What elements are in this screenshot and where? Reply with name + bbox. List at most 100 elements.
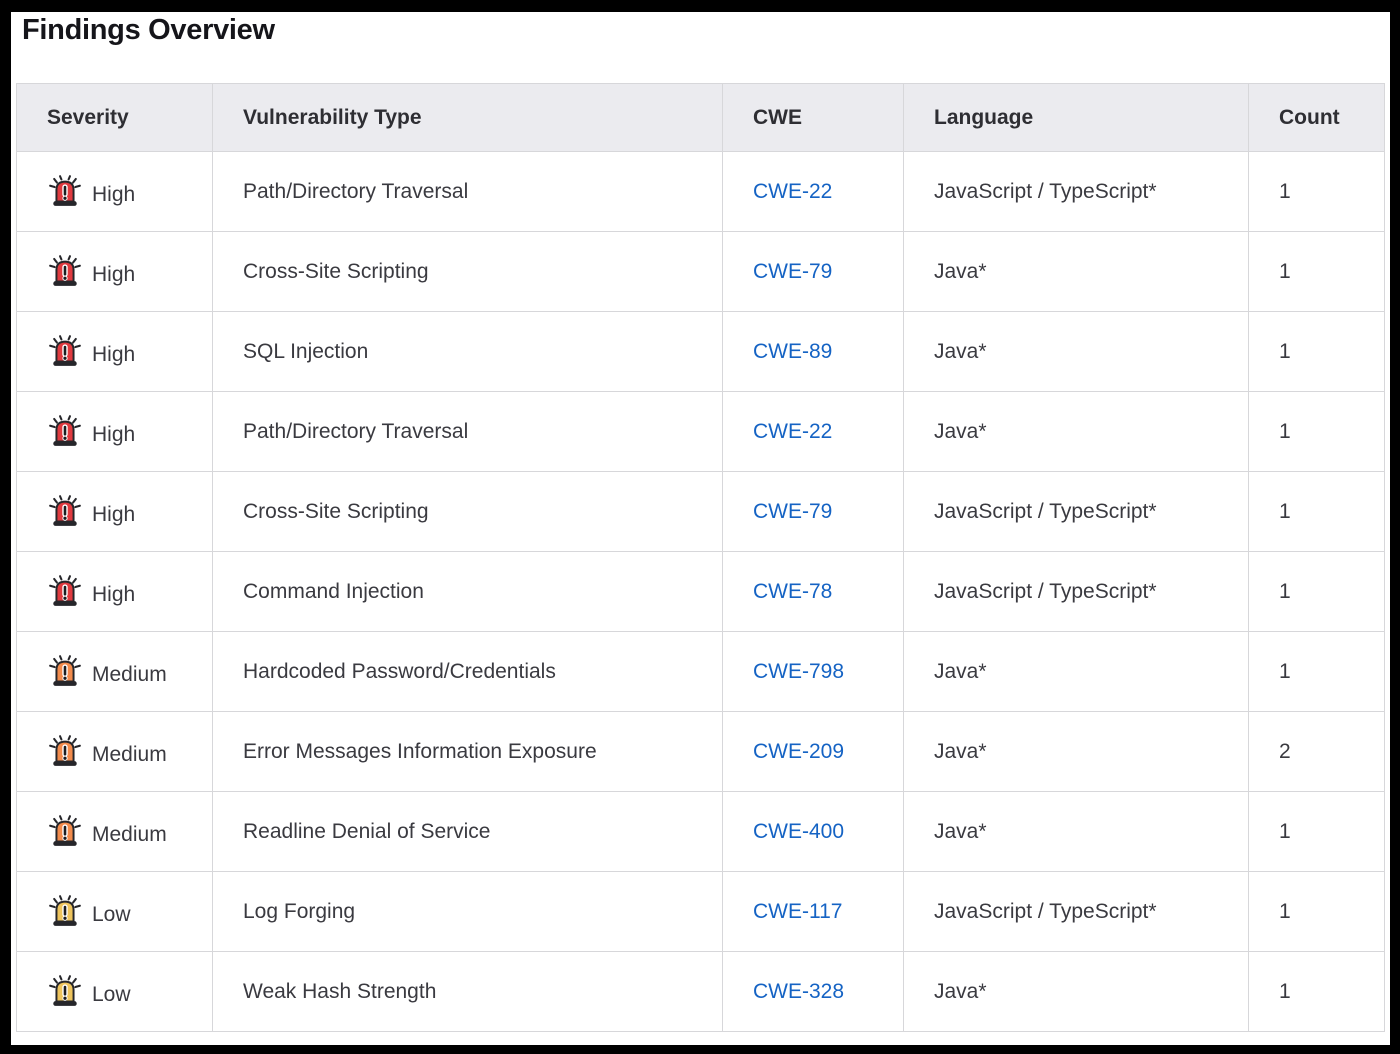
table-row: Medium Error Messages Information Exposu… xyxy=(17,712,1385,792)
count-cell: 2 xyxy=(1249,712,1385,792)
vulnerability-type-cell: Log Forging xyxy=(213,872,723,952)
severity-cell: High xyxy=(17,232,213,312)
vulnerability-type-cell: Readline Denial of Service xyxy=(213,792,723,872)
count-cell: 1 xyxy=(1249,952,1385,1032)
severity-label: High xyxy=(92,423,135,447)
count-cell: 1 xyxy=(1249,472,1385,552)
report-page: Findings Overview SeverityVulnerability … xyxy=(11,12,1390,1045)
count-cell: 1 xyxy=(1249,552,1385,632)
siren-icon xyxy=(47,814,83,850)
language-cell: Java* xyxy=(904,952,1249,1032)
severity-cell: Medium xyxy=(17,712,213,792)
siren-icon xyxy=(47,734,83,770)
vulnerability-type-cell: SQL Injection xyxy=(213,312,723,392)
severity-cell: Low xyxy=(17,872,213,952)
severity-cell: High xyxy=(17,392,213,472)
cwe-link[interactable]: CWE-79 xyxy=(753,500,832,523)
siren-icon xyxy=(47,414,83,450)
siren-icon xyxy=(47,574,83,610)
severity-cell: Low xyxy=(17,952,213,1032)
severity-cell: Medium xyxy=(17,792,213,872)
language-cell: Java* xyxy=(904,792,1249,872)
cwe-link[interactable]: CWE-89 xyxy=(753,340,832,363)
severity-cell: High xyxy=(17,152,213,232)
vulnerability-type-cell: Hardcoded Password/Credentials xyxy=(213,632,723,712)
language-cell: JavaScript / TypeScript* xyxy=(904,472,1249,552)
table-row: High Cross-Site Scripting CWE-79 Java* 1 xyxy=(17,232,1385,312)
table-row: Medium Readline Denial of Service CWE-40… xyxy=(17,792,1385,872)
cwe-cell: CWE-117 xyxy=(723,872,904,952)
cwe-cell: CWE-22 xyxy=(723,152,904,232)
vulnerability-type-cell: Cross-Site Scripting xyxy=(213,472,723,552)
count-cell: 1 xyxy=(1249,312,1385,392)
count-cell: 1 xyxy=(1249,872,1385,952)
vulnerability-type-cell: Cross-Site Scripting xyxy=(213,232,723,312)
severity-label: Medium xyxy=(92,663,167,687)
count-cell: 1 xyxy=(1249,232,1385,312)
column-header-language: Language xyxy=(904,84,1249,152)
cwe-link[interactable]: CWE-79 xyxy=(753,260,832,283)
cwe-link[interactable]: CWE-798 xyxy=(753,660,844,683)
cwe-link[interactable]: CWE-117 xyxy=(753,900,842,923)
severity-badge: High xyxy=(47,174,200,210)
table-row: High Cross-Site Scripting CWE-79 JavaScr… xyxy=(17,472,1385,552)
count-cell: 1 xyxy=(1249,632,1385,712)
column-header-severity: Severity xyxy=(17,84,213,152)
vulnerability-type-text: SQL Injection xyxy=(243,340,368,363)
severity-cell: High xyxy=(17,312,213,392)
count-cell: 1 xyxy=(1249,792,1385,872)
siren-icon xyxy=(47,334,83,370)
count-cell: 1 xyxy=(1249,152,1385,232)
column-header-count: Count xyxy=(1249,84,1385,152)
severity-cell: High xyxy=(17,552,213,632)
cwe-cell: CWE-78 xyxy=(723,552,904,632)
vulnerability-type-cell: Weak Hash Strength xyxy=(213,952,723,1032)
severity-badge: High xyxy=(47,334,200,370)
vulnerability-type-text: Log Forging xyxy=(243,900,355,923)
severity-cell: Medium xyxy=(17,632,213,712)
cwe-link[interactable]: CWE-209 xyxy=(753,740,844,763)
cwe-link[interactable]: CWE-400 xyxy=(753,820,844,843)
cwe-link[interactable]: CWE-22 xyxy=(753,420,832,443)
severity-label: High xyxy=(92,503,135,527)
language-cell: Java* xyxy=(904,632,1249,712)
siren-icon xyxy=(47,894,83,930)
cwe-link[interactable]: CWE-22 xyxy=(753,180,832,203)
screenshot-frame: Findings Overview SeverityVulnerability … xyxy=(0,0,1400,1054)
vulnerability-type-text: Path/Directory Traversal xyxy=(243,420,468,443)
language-cell: Java* xyxy=(904,392,1249,472)
vulnerability-type-text: Path/Directory Traversal xyxy=(243,180,468,203)
vulnerability-type-cell: Command Injection xyxy=(213,552,723,632)
severity-badge: High xyxy=(47,414,200,450)
severity-badge: Medium xyxy=(47,654,200,690)
cwe-cell: CWE-89 xyxy=(723,312,904,392)
severity-cell: High xyxy=(17,472,213,552)
cwe-cell: CWE-400 xyxy=(723,792,904,872)
table-header: SeverityVulnerability TypeCWELanguageCou… xyxy=(17,84,1385,152)
language-cell: Java* xyxy=(904,232,1249,312)
table-body: High Path/Directory Traversal CWE-22 Jav… xyxy=(17,152,1385,1032)
cwe-link[interactable]: CWE-328 xyxy=(753,980,844,1003)
severity-badge: Low xyxy=(47,894,200,930)
column-header-vulnerability_type: Vulnerability Type xyxy=(213,84,723,152)
findings-table: SeverityVulnerability TypeCWELanguageCou… xyxy=(16,83,1385,1032)
cwe-link[interactable]: CWE-78 xyxy=(753,580,832,603)
cwe-cell: CWE-79 xyxy=(723,232,904,312)
table-row: High Path/Directory Traversal CWE-22 Jav… xyxy=(17,392,1385,472)
severity-badge: High xyxy=(47,254,200,290)
siren-icon xyxy=(47,654,83,690)
vulnerability-type-text: Cross-Site Scripting xyxy=(243,500,429,523)
cwe-cell: CWE-209 xyxy=(723,712,904,792)
severity-label: Low xyxy=(92,983,131,1007)
severity-label: High xyxy=(92,583,135,607)
language-cell: Java* xyxy=(904,312,1249,392)
vulnerability-type-cell: Path/Directory Traversal xyxy=(213,392,723,472)
severity-badge: Low xyxy=(47,974,200,1010)
severity-badge: Medium xyxy=(47,734,200,770)
severity-label: High xyxy=(92,343,135,367)
severity-badge: High xyxy=(47,494,200,530)
column-header-cwe: CWE xyxy=(723,84,904,152)
vulnerability-type-text: Error Messages Information Exposure xyxy=(243,740,597,763)
siren-icon xyxy=(47,174,83,210)
cwe-cell: CWE-328 xyxy=(723,952,904,1032)
